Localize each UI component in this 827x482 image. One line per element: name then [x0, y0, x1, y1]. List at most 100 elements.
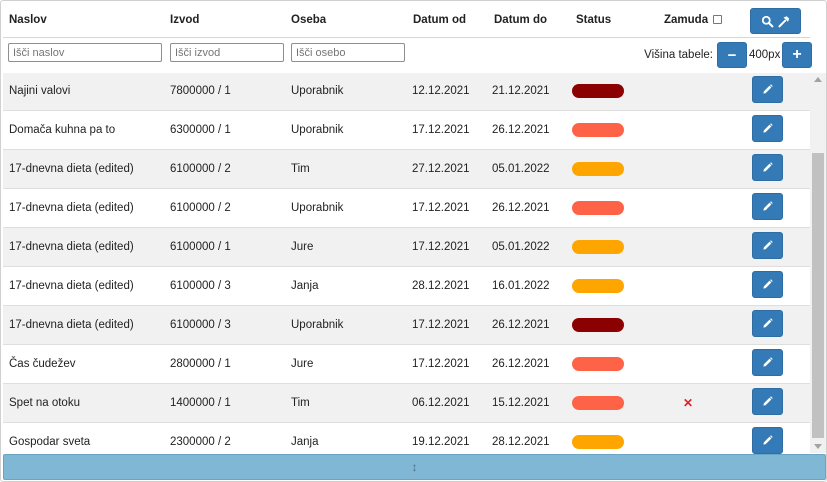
pencil-icon: [762, 357, 773, 368]
column-header-izvod[interactable]: Izvod: [170, 14, 199, 26]
cell-datum-do: 15.12.2021: [492, 397, 550, 409]
cell-datum-do: 26.12.2021: [492, 358, 550, 370]
status-badge: [572, 84, 624, 98]
edit-button[interactable]: [752, 76, 783, 103]
cell-datum-do: 05.01.2022: [492, 163, 550, 175]
cell-oseba: Uporabnik: [291, 85, 344, 97]
status-badge: [572, 201, 624, 215]
status-badge: [572, 318, 624, 332]
cell-datum-od: 17.12.2021: [412, 319, 470, 331]
table-row[interactable]: Spet na otoku 1400000 / 1 Tim 06.12.2021 15.…: [3, 384, 810, 423]
minus-icon: −: [727, 46, 737, 64]
cell-izvod: 7800000 / 1: [170, 85, 231, 97]
cell-oseba: Janja: [291, 280, 319, 292]
cell-izvod: 6100000 / 1: [170, 241, 231, 253]
zamuda-checkbox[interactable]: [713, 15, 723, 24]
cell-datum-od: 12.12.2021: [412, 85, 470, 97]
vertical-scrollbar[interactable]: [810, 73, 826, 453]
table-row[interactable]: Najini valovi 7800000 / 1 Uporabnik 12.12.2…: [3, 73, 810, 111]
scroll-down-arrow-icon[interactable]: [814, 444, 822, 449]
cell-datum-do: 05.01.2022: [492, 241, 550, 253]
cell-datum-od: 17.12.2021: [412, 358, 470, 370]
cell-naslov: Gospodar sveta: [9, 436, 91, 448]
table-row[interactable]: Čas čudežev 2800000 / 1 Jure 17.12.2021 26.1…: [3, 345, 810, 384]
column-header-naslov[interactable]: Naslov: [9, 14, 47, 26]
cell-naslov: 17-dnevna dieta (edited): [9, 241, 134, 253]
cell-datum-do: 28.12.2021: [492, 436, 550, 448]
edit-button[interactable]: [752, 427, 783, 454]
late-mark-icon: ✕: [683, 396, 694, 410]
cell-datum-od: 17.12.2021: [412, 124, 470, 136]
table-row[interactable]: 17-dnevna dieta (edited) 6100000 / 2 Tim 27…: [3, 150, 810, 189]
cell-oseba: Jure: [291, 358, 314, 370]
edit-button[interactable]: [752, 388, 783, 415]
table-header: Naslov Izvod Oseba Datum od Datum do Sta…: [3, 1, 810, 39]
table-body[interactable]: Najini valovi 7800000 / 1 Uporabnik 12.12.2…: [3, 73, 810, 454]
cell-naslov: Najini valovi: [9, 85, 71, 97]
table-height-value: 400px: [749, 49, 781, 61]
search-naslov-input[interactable]: [8, 43, 162, 62]
table-row[interactable]: 17-dnevna dieta (edited) 6100000 / 3 Upora…: [3, 306, 810, 345]
cell-datum-od: 19.12.2021: [412, 436, 470, 448]
pencil-icon: [762, 162, 773, 173]
cell-oseba: Uporabnik: [291, 319, 344, 331]
status-badge: [572, 357, 624, 371]
search-button[interactable]: [750, 8, 801, 34]
table-row[interactable]: Gospodar sveta 2300000 / 2 Janja 19.12.2021…: [3, 423, 810, 454]
edit-button[interactable]: [752, 232, 783, 259]
table-widget: Naslov Izvod Oseba Datum od Datum do Sta…: [0, 0, 827, 482]
cell-oseba: Tim: [291, 163, 310, 175]
scroll-up-arrow-icon[interactable]: [814, 77, 822, 82]
hammer-icon: [778, 15, 790, 27]
edit-button[interactable]: [752, 193, 783, 220]
edit-button[interactable]: [752, 154, 783, 181]
resize-handle[interactable]: ↕: [3, 454, 826, 480]
pencil-icon: [762, 240, 773, 251]
plus-icon: +: [792, 46, 802, 63]
scrollbar-thumb[interactable]: [812, 153, 824, 438]
column-header-datum-do[interactable]: Datum do: [494, 14, 547, 26]
table-row[interactable]: 17-dnevna dieta (edited) 6100000 / 1 Jure 1…: [3, 228, 810, 267]
cell-izvod: 1400000 / 1: [170, 397, 231, 409]
pencil-icon: [762, 123, 773, 134]
search-izvod-input[interactable]: [170, 43, 284, 62]
table-row[interactable]: 17-dnevna dieta (edited) 6100000 / 2 Upora…: [3, 189, 810, 228]
increase-height-button[interactable]: +: [782, 42, 812, 68]
filter-row: Višina tabele: − 400px +: [3, 39, 812, 71]
edit-button[interactable]: [752, 115, 783, 142]
cell-datum-do: 16.01.2022: [492, 280, 550, 292]
edit-button[interactable]: [752, 349, 783, 376]
cell-datum-od: 28.12.2021: [412, 280, 470, 292]
cell-naslov: 17-dnevna dieta (edited): [9, 319, 134, 331]
table-row[interactable]: Domača kuhna pa to 6300000 / 1 Uporabnik 17…: [3, 111, 810, 150]
search-oseba-input[interactable]: [291, 43, 405, 62]
cell-naslov: Čas čudežev: [9, 358, 76, 370]
decrease-height-button[interactable]: −: [717, 42, 747, 68]
column-header-status[interactable]: Status: [576, 14, 611, 26]
cell-izvod: 6100000 / 3: [170, 280, 231, 292]
cell-datum-od: 06.12.2021: [412, 397, 470, 409]
edit-button[interactable]: [752, 310, 783, 337]
status-badge: [572, 279, 624, 293]
search-icon: [761, 15, 774, 27]
table-row[interactable]: 17-dnevna dieta (edited) 6100000 / 3 Janja…: [3, 267, 810, 306]
header-divider: [3, 37, 810, 38]
edit-button[interactable]: [752, 271, 783, 298]
cell-naslov: Spet na otoku: [9, 397, 80, 409]
pencil-icon: [762, 84, 773, 95]
column-header-oseba[interactable]: Oseba: [291, 14, 326, 26]
column-header-datum-od[interactable]: Datum od: [413, 14, 466, 26]
status-badge: [572, 162, 624, 176]
status-badge: [572, 240, 624, 254]
cell-naslov: 17-dnevna dieta (edited): [9, 163, 134, 175]
pencil-icon: [762, 435, 773, 446]
cell-oseba: Uporabnik: [291, 202, 344, 214]
cell-datum-od: 17.12.2021: [412, 202, 470, 214]
cell-izvod: 6100000 / 3: [170, 319, 231, 331]
cell-oseba: Janja: [291, 436, 319, 448]
cell-oseba: Uporabnik: [291, 124, 344, 136]
pencil-icon: [762, 279, 773, 290]
cell-izvod: 6100000 / 2: [170, 202, 231, 214]
zamuda-label: Zamuda: [664, 14, 709, 26]
status-badge: [572, 435, 624, 449]
